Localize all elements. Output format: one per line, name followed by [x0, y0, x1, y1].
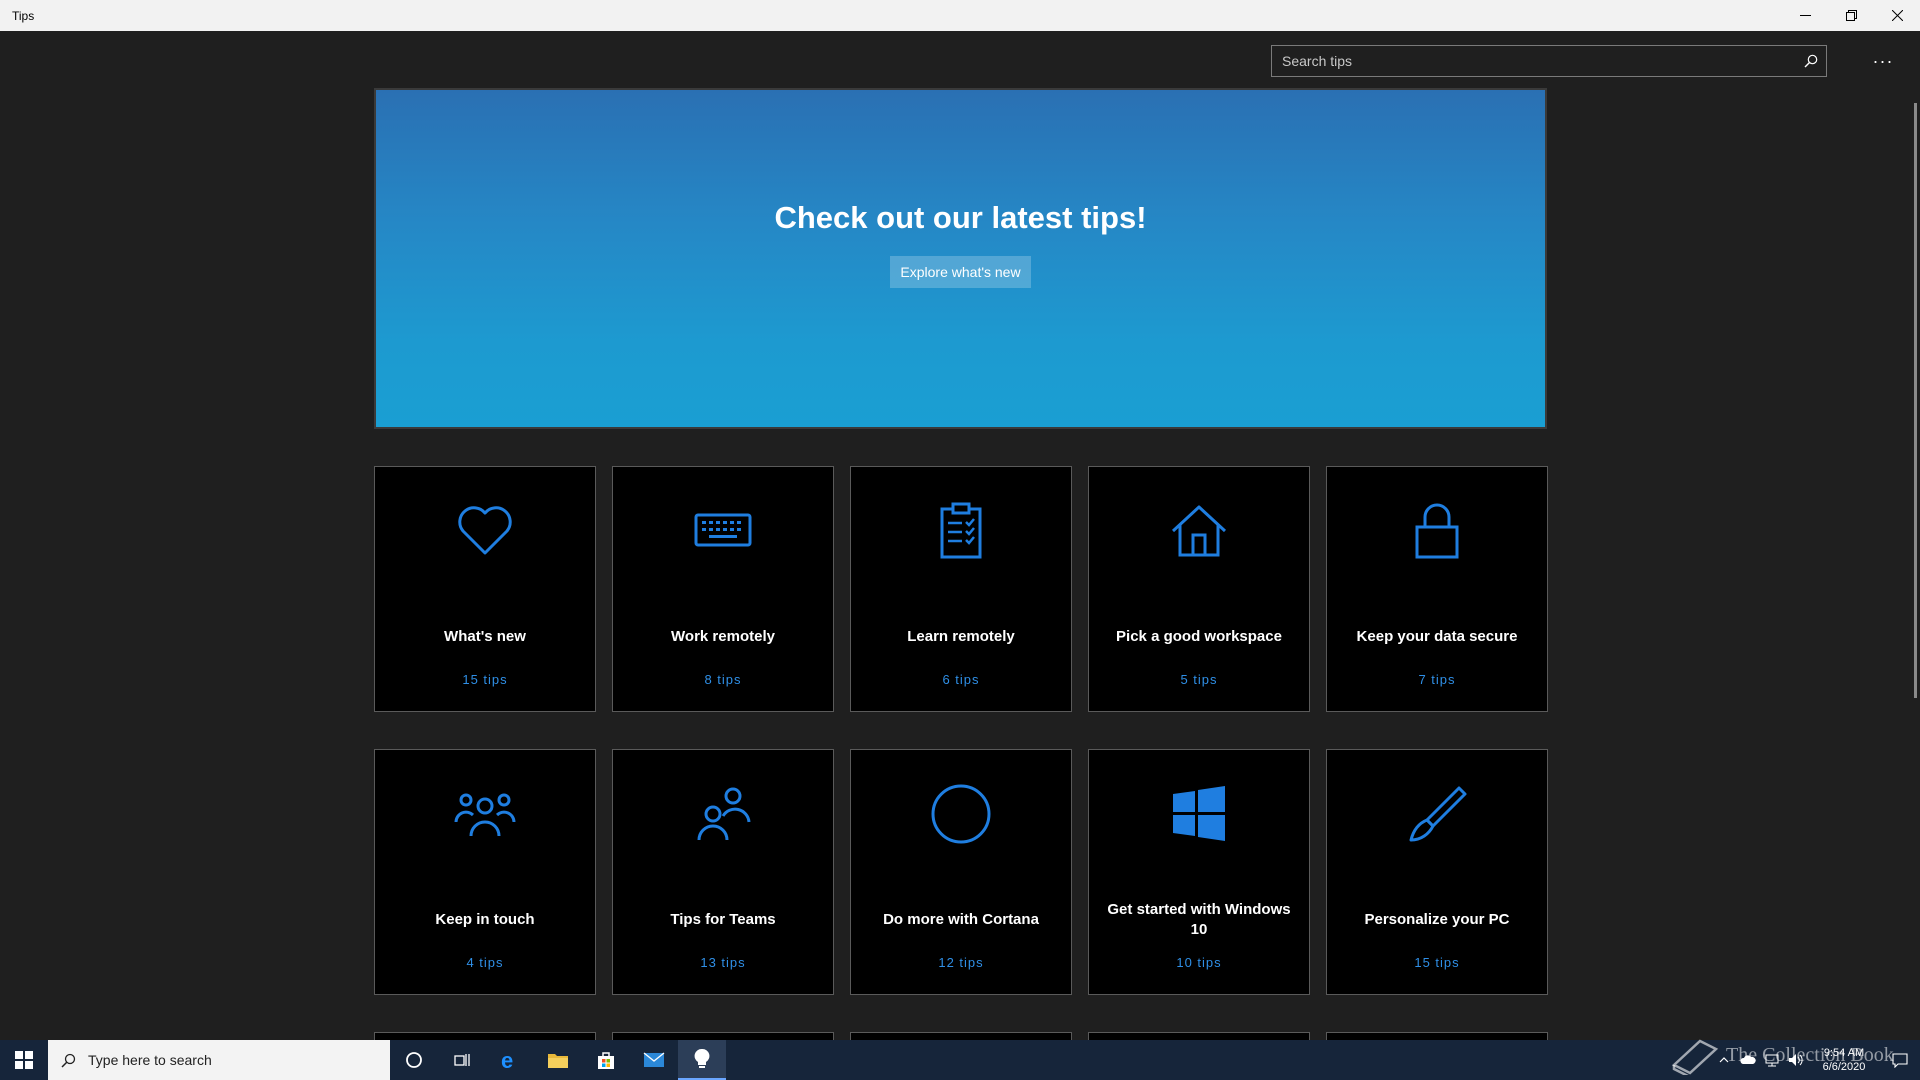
- notification-icon: [1892, 1053, 1908, 1068]
- task-view-icon: [454, 1054, 470, 1066]
- tile-title: Personalize your PC: [1364, 911, 1510, 928]
- tile-title: What's new: [444, 628, 526, 645]
- clock-time: 9:54 AM: [1823, 1047, 1865, 1059]
- more-options-button[interactable]: ···: [1862, 45, 1904, 77]
- action-center-button[interactable]: [1880, 1040, 1920, 1080]
- tile-title: Keep in touch: [435, 911, 535, 928]
- mail-icon: [643, 1052, 665, 1067]
- team-icon: [691, 782, 755, 846]
- tile-count: 6 tips: [942, 672, 980, 687]
- chevron-up-icon: [1719, 1057, 1729, 1063]
- restore-button[interactable]: [1828, 0, 1874, 31]
- tile-pick-a-good-workspace[interactable]: Pick a good workspace 5 tips: [1088, 466, 1310, 712]
- tile-personalize-your-pc[interactable]: Personalize your PC 15 tips: [1326, 749, 1548, 995]
- cortana-circle-icon: [406, 1052, 422, 1068]
- title-bar: Tips: [0, 0, 1920, 31]
- tile-count: 7 tips: [1418, 672, 1456, 687]
- clipboard-icon: [929, 499, 993, 563]
- tips-app-button[interactable]: [678, 1040, 726, 1080]
- lock-icon: [1405, 499, 1469, 563]
- windows-logo-icon: [15, 1051, 33, 1069]
- close-icon: [1891, 10, 1903, 21]
- clock-date: 6/6/2020: [1822, 1061, 1866, 1073]
- speaker-icon: [1789, 1054, 1803, 1066]
- taskbar-search[interactable]: Type here to search: [48, 1040, 390, 1080]
- tile-learn-remotely[interactable]: Learn remotely 6 tips: [850, 466, 1072, 712]
- tile-title: Pick a good workspace: [1116, 628, 1282, 645]
- taskbar-search-placeholder: Type here to search: [88, 1052, 212, 1068]
- store-icon: [598, 1052, 614, 1069]
- cortana-button[interactable]: [390, 1040, 438, 1080]
- tile-count: 12 tips: [938, 955, 984, 970]
- keyboard-icon: [691, 499, 755, 563]
- tile-title: Keep your data secure: [1356, 628, 1518, 645]
- tile-whats-new[interactable]: What's new 15 tips: [374, 466, 596, 712]
- network-icon: [1765, 1054, 1779, 1067]
- network-button[interactable]: [1760, 1040, 1784, 1080]
- hero-title: Check out our latest tips!: [774, 200, 1147, 235]
- minimize-button[interactable]: [1782, 0, 1828, 31]
- tile-count: 4 tips: [466, 955, 504, 970]
- start-button[interactable]: [0, 1040, 48, 1080]
- store-button[interactable]: [582, 1040, 630, 1080]
- restore-icon: [1845, 10, 1857, 21]
- folder-icon: [548, 1054, 568, 1068]
- tile-do-more-with-cortana[interactable]: Do more with Cortana 12 tips: [850, 749, 1072, 995]
- tile-title: Do more with Cortana: [883, 911, 1039, 928]
- tile-title: Learn remotely: [907, 628, 1015, 645]
- tile-keep-your-data-secure[interactable]: Keep your data secure 7 tips: [1326, 466, 1548, 712]
- close-button[interactable]: [1874, 0, 1920, 31]
- system-tray: 9:54 AM 6/6/2020: [1712, 1040, 1920, 1080]
- tile-title: Tips for Teams: [670, 911, 776, 928]
- volume-button[interactable]: [1784, 1040, 1808, 1080]
- tile-partial[interactable]: [374, 1032, 596, 1040]
- brush-icon: [1405, 782, 1469, 846]
- tile-title: Get started with Windows 10: [1107, 901, 1291, 938]
- tile-partial[interactable]: [850, 1032, 1072, 1040]
- task-view-button[interactable]: [438, 1040, 486, 1080]
- tile-tips-for-teams[interactable]: Tips for Teams 13 tips: [612, 749, 834, 995]
- search-icon[interactable]: [1796, 46, 1826, 76]
- vertical-scrollbar[interactable]: [1914, 103, 1917, 698]
- window-title: Tips: [12, 8, 35, 23]
- home-icon: [1167, 499, 1231, 563]
- people-icon: [453, 782, 517, 846]
- tile-count: 8 tips: [704, 672, 742, 687]
- edge-icon: e: [501, 1049, 513, 1071]
- tile-work-remotely[interactable]: Work remotely 8 tips: [612, 466, 834, 712]
- lightbulb-icon: [694, 1048, 710, 1068]
- app-content: ··· Check out our latest tips! Explore w…: [0, 31, 1920, 1040]
- tile-count: 13 tips: [700, 955, 746, 970]
- tile-partial[interactable]: [1326, 1032, 1548, 1040]
- tile-partial[interactable]: [1088, 1032, 1310, 1040]
- window-controls: [1782, 0, 1920, 31]
- tile-count: 15 tips: [462, 672, 508, 687]
- heart-icon: [453, 499, 517, 563]
- onedrive-button[interactable]: [1736, 1040, 1760, 1080]
- tile-count: 15 tips: [1414, 955, 1460, 970]
- file-explorer-button[interactable]: [534, 1040, 582, 1080]
- explore-whats-new-button[interactable]: Explore what's new: [890, 256, 1031, 288]
- edge-button[interactable]: e: [486, 1040, 534, 1080]
- windows-icon: [1167, 782, 1231, 846]
- cloud-icon: [1740, 1055, 1756, 1064]
- tile-partial[interactable]: [612, 1032, 834, 1040]
- taskbar-clock[interactable]: 9:54 AM 6/6/2020: [1808, 1046, 1880, 1074]
- minimize-icon: [1799, 15, 1811, 16]
- search-input[interactable]: [1272, 46, 1796, 76]
- tile-count: 10 tips: [1176, 955, 1222, 970]
- tile-count: 5 tips: [1180, 672, 1218, 687]
- svg-text:e: e: [501, 1049, 513, 1071]
- search-icon: [48, 1053, 88, 1068]
- mail-button[interactable]: [630, 1040, 678, 1080]
- show-hidden-icons-button[interactable]: [1712, 1040, 1736, 1080]
- tile-title: Work remotely: [671, 628, 775, 645]
- hero-banner: Check out our latest tips! Explore what'…: [374, 88, 1547, 429]
- taskbar: Type here to search e 9:54 AM 6/6/2020: [0, 1040, 1920, 1080]
- search-box[interactable]: [1271, 45, 1827, 77]
- cortana-icon: [929, 782, 993, 846]
- tile-get-started-with-windows-10[interactable]: Get started with Windows 10 10 tips: [1088, 749, 1310, 995]
- tile-keep-in-touch[interactable]: Keep in touch 4 tips: [374, 749, 596, 995]
